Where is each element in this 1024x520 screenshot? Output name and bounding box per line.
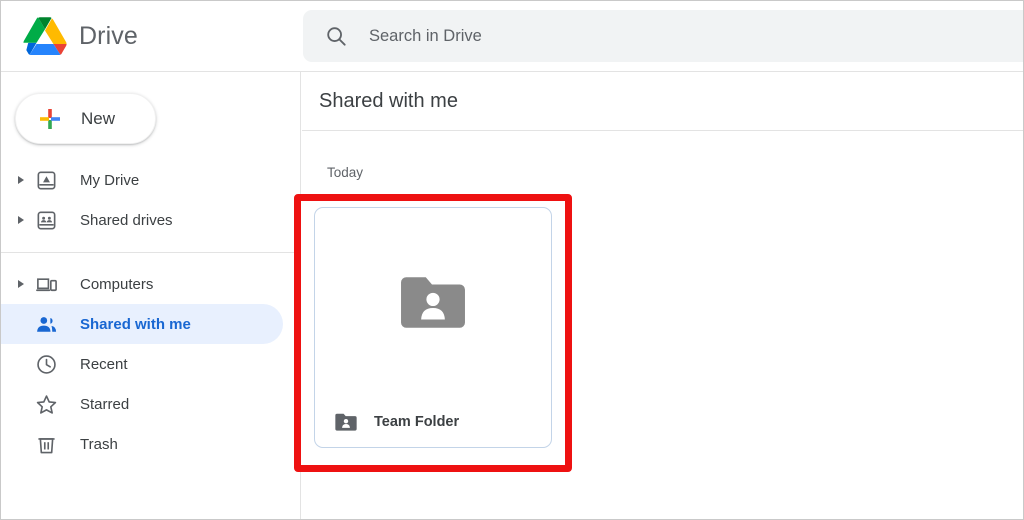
brand-name: Drive bbox=[79, 21, 138, 50]
my-drive-icon bbox=[37, 171, 56, 189]
people-icon bbox=[37, 316, 57, 332]
computers-icon bbox=[36, 277, 57, 291]
plus-icon bbox=[40, 108, 60, 129]
search-box[interactable] bbox=[303, 10, 1023, 62]
expand-caret-icon[interactable] bbox=[18, 216, 24, 224]
sidebar-item-recent[interactable]: Recent bbox=[1, 344, 283, 384]
sidebar-item-label: Trash bbox=[80, 435, 118, 453]
sidebar: New My Drive Shared drives Computers Sha… bbox=[1, 72, 301, 519]
title-divider bbox=[302, 130, 1023, 131]
sidebar-item-label: Shared drives bbox=[80, 211, 173, 229]
file-card-team-folder[interactable]: Team Folder bbox=[314, 207, 552, 448]
expand-caret-icon[interactable] bbox=[18, 176, 24, 184]
star-icon bbox=[36, 394, 57, 414]
sidebar-item-label: Starred bbox=[80, 395, 130, 413]
trash-icon bbox=[38, 437, 55, 453]
file-card-footer: Team Folder bbox=[315, 397, 551, 447]
sidebar-divider bbox=[1, 252, 301, 253]
clock-icon bbox=[37, 354, 56, 374]
sidebar-item-my-drive[interactable]: My Drive bbox=[1, 160, 283, 200]
sidebar-item-computers[interactable]: Computers bbox=[1, 264, 283, 304]
page-title: Shared with me bbox=[319, 90, 458, 112]
sidebar-nav: My Drive Shared drives Computers Shared … bbox=[1, 160, 301, 464]
main-content: Shared with me Today Team Folder Ear bbox=[302, 72, 1023, 519]
sidebar-item-label: My Drive bbox=[80, 171, 140, 189]
expand-caret-icon[interactable] bbox=[18, 280, 24, 288]
shared-drives-icon bbox=[37, 211, 56, 229]
brand[interactable]: Drive bbox=[23, 11, 138, 61]
new-button[interactable]: New bbox=[15, 93, 156, 144]
shared-folder-icon bbox=[335, 413, 357, 431]
sidebar-item-label: Computers bbox=[80, 275, 154, 293]
sidebar-item-trash[interactable]: Trash bbox=[1, 424, 283, 464]
sidebar-item-starred[interactable]: Starred bbox=[1, 384, 283, 424]
google-drive-logo-icon bbox=[23, 17, 67, 55]
sidebar-item-label: Shared with me bbox=[80, 315, 191, 333]
search-input[interactable] bbox=[369, 10, 1023, 62]
group-header-today: Today bbox=[327, 165, 364, 180]
google-drive-window: Drive New bbox=[0, 0, 1024, 520]
search-icon bbox=[327, 27, 346, 46]
shared-folder-icon bbox=[401, 277, 465, 328]
file-card-thumbnail bbox=[315, 208, 551, 396]
sidebar-item-shared-drives[interactable]: Shared drives bbox=[1, 200, 283, 240]
file-card-name: Team Folder bbox=[374, 414, 460, 430]
sidebar-item-shared-with-me[interactable]: Shared with me bbox=[1, 304, 283, 344]
sidebar-item-label: Recent bbox=[80, 355, 128, 373]
new-button-label: New bbox=[81, 108, 116, 128]
top-bar: Drive bbox=[1, 1, 1023, 72]
